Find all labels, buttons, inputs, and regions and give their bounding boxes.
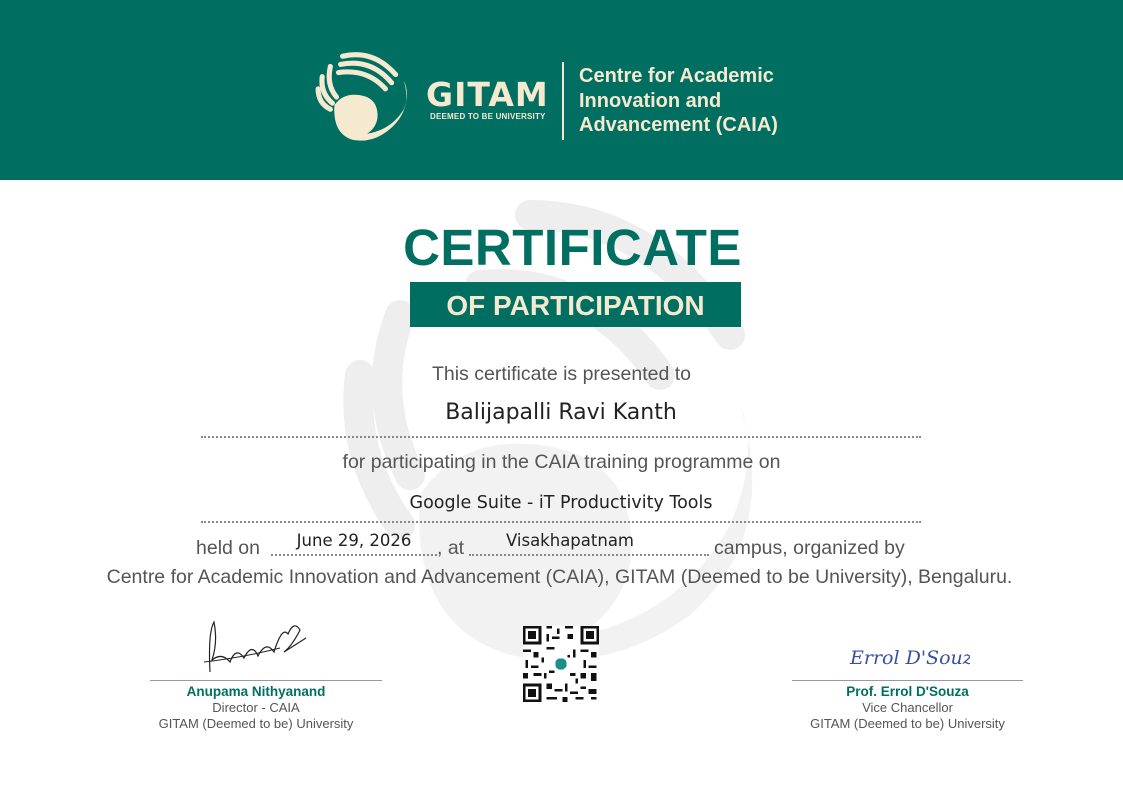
event-date: June 29, 2026 — [296, 531, 412, 550]
gitam-logo-icon — [315, 52, 407, 141]
date-dotted-line — [271, 554, 437, 556]
participating-text: for participating in the CAIA training p… — [342, 451, 781, 473]
left-signatory-name: Anupama Nithyanand — [186, 684, 326, 699]
centre-name-line: Centre for Academic — [579, 65, 774, 87]
right-signature-line — [792, 680, 1023, 681]
name-dotted-line — [201, 436, 921, 438]
right-signatory-org: GITAM (Deemed to be) University — [810, 716, 1005, 731]
qr-code-icon[interactable] — [523, 626, 599, 702]
location-dotted-line — [469, 554, 709, 556]
programme-name: Google Suite - iT Productivity Tools — [409, 493, 713, 513]
recipient-name: Balijapalli Ravi Kanth — [445, 400, 677, 425]
centre-name-line: Advancement (CAIA) — [579, 114, 778, 136]
right-signatory-name: Prof. Errol D'Souza — [846, 684, 969, 699]
left-signatory-title: Director - CAIA — [212, 700, 300, 715]
right-signatory: Prof. Errol D'Souza Vice Chancellor GITA… — [782, 684, 1033, 732]
event-location: Visakhapatnam — [505, 531, 635, 550]
presented-to-text: This certificate is presented to — [431, 363, 692, 385]
programme-dotted-line — [201, 521, 921, 523]
right-signature-text: Errol D'Souza — [849, 647, 970, 669]
right-signatory-title: Vice Chancellor — [862, 700, 953, 715]
left-signature-image — [203, 620, 307, 673]
certificate-title: CERTIFICATE — [403, 219, 742, 276]
campus-text: campus, organized by — [714, 537, 905, 559]
header-divider — [562, 62, 564, 140]
centre-name-line: Innovation and — [579, 89, 722, 112]
logo-tagline: DEEMED TO BE UNIVERSITY — [430, 112, 546, 121]
certificate-subtitle: OF PARTICIPATION — [410, 282, 741, 327]
header-banner: GITAM DEEMED TO BE UNIVERSITY Centre for… — [0, 0, 1123, 180]
left-signatory-org: GITAM (Deemed to be) University — [158, 716, 354, 731]
right-signature-image: Errol D'Souza — [849, 647, 970, 669]
left-signature-line — [150, 680, 382, 681]
logo-wordmark: GITAM — [426, 75, 549, 114]
organizer-text: Centre for Academic Innovation and Advan… — [106, 566, 1013, 588]
at-label: , at — [437, 537, 465, 559]
left-signatory: Anupama Nithyanand Director - CAIA GITAM… — [130, 684, 382, 732]
centre-name: Centre for Academic Innovation and Advan… — [579, 64, 839, 138]
held-on-label: held on — [196, 537, 260, 559]
